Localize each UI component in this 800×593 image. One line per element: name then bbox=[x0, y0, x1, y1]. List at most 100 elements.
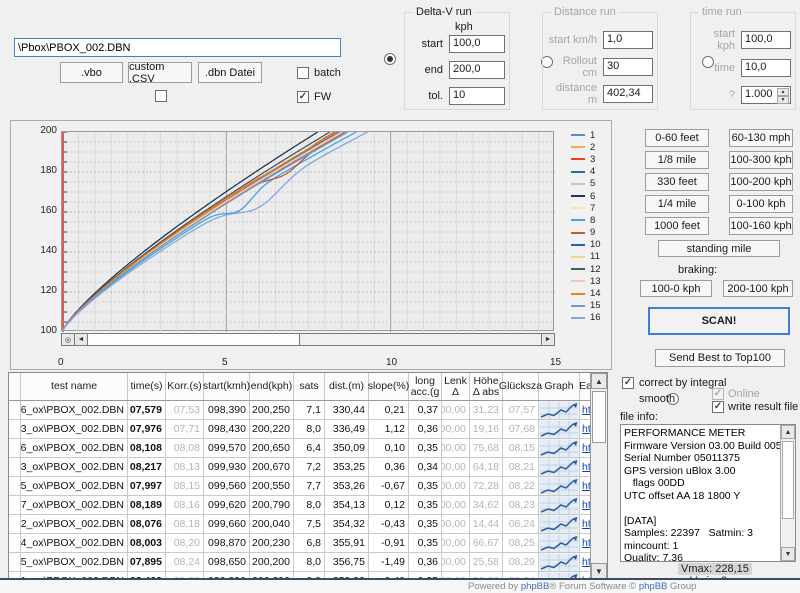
col-header-korr.(s)[interactable]: Korr.(s) bbox=[166, 373, 204, 400]
cell-graph[interactable] bbox=[539, 458, 580, 476]
spin-up-icon[interactable]: ▲ bbox=[777, 88, 789, 96]
phpbb-link[interactable]: phpBB bbox=[521, 581, 550, 592]
col-header-sats[interactable]: sats bbox=[294, 373, 325, 400]
time-run-group: time run start kph 100,0 time 10,0 ? 1.0… bbox=[690, 12, 796, 110]
row-header-cell[interactable] bbox=[9, 458, 21, 476]
col-header-long-acc.(g[interactable]: long acc.(g bbox=[409, 373, 442, 400]
legend-label: 7 bbox=[590, 203, 595, 214]
cell-graph[interactable] bbox=[539, 553, 580, 571]
distance-m-input[interactable]: 402,34 bbox=[603, 85, 653, 103]
col-header-graph[interactable]: Graph bbox=[539, 373, 580, 400]
btn-200-100-kph[interactable]: 200-100 kph bbox=[723, 280, 793, 297]
deltav-tol-input[interactable]: 10 bbox=[449, 87, 505, 105]
spinner-buttons[interactable]: ▲▼ bbox=[777, 88, 789, 104]
col-header-rowheader[interactable] bbox=[9, 373, 21, 400]
file-info-scroll-thumb[interactable] bbox=[782, 441, 794, 519]
file-info-box[interactable]: PERFORMANCE METER Firmware Version 03.00… bbox=[620, 424, 796, 562]
table-row[interactable]: 7_ox\PBOX_002.DBN08,18908,16099,620200,7… bbox=[9, 496, 607, 515]
btn-0-60-feet[interactable]: 0-60 feet bbox=[645, 129, 709, 147]
correct-by-integral-checkbox[interactable] bbox=[622, 377, 634, 389]
btn-100-200-kph[interactable]: 100-200 kph bbox=[729, 173, 793, 191]
distance-start-input[interactable]: 1,0 bbox=[603, 31, 653, 49]
row-header-cell[interactable] bbox=[9, 534, 21, 552]
table-row[interactable]: 2_ox\PBOX_002.DBN08,07608,18099,660200,0… bbox=[9, 515, 607, 534]
col-header-dist.(m)[interactable]: dist.(m) bbox=[325, 373, 369, 400]
col-header-slope(%)[interactable]: slope(%) bbox=[369, 373, 409, 400]
table-row[interactable]: 6_ox\PBOX_002.DBN07,57907,53098,390200,2… bbox=[9, 401, 607, 420]
table-scroll-down-icon[interactable]: ▼ bbox=[591, 563, 607, 579]
cell-korr: 08,20 bbox=[166, 534, 204, 552]
btn-standing-mile[interactable]: standing mile bbox=[658, 240, 780, 257]
col-header-end(kph)[interactable]: end(kph) bbox=[250, 373, 294, 400]
col-header-time(s)[interactable]: time(s) bbox=[128, 373, 166, 400]
col-header-glücksza[interactable]: Glücksza bbox=[503, 373, 539, 400]
deltav-start-input[interactable]: 100,0 bbox=[449, 35, 505, 53]
table-row[interactable]: 5_ox\PBOX_002.DBN07,89508,24098,650200,2… bbox=[9, 553, 607, 572]
legend-item-3: 3 bbox=[571, 153, 611, 165]
file-path-input[interactable] bbox=[14, 38, 341, 57]
write-result-file-checkbox[interactable] bbox=[712, 401, 724, 413]
btn-330-feet[interactable]: 330 feet bbox=[645, 173, 709, 191]
deltav-end-input[interactable]: 200,0 bbox=[449, 61, 505, 79]
col-header-lenk-δ[interactable]: Lenk Δ bbox=[442, 373, 470, 400]
cell-graph[interactable] bbox=[539, 515, 580, 533]
file-info-scrollbar[interactable]: ▲ ▼ bbox=[780, 425, 795, 561]
cell-graph[interactable] bbox=[539, 420, 580, 438]
distance-rollout-input[interactable]: 30 bbox=[603, 58, 653, 76]
legend-label: 8 bbox=[590, 215, 595, 226]
time-run-start-input[interactable]: 100,0 bbox=[741, 31, 791, 49]
row-header-cell[interactable] bbox=[9, 439, 21, 457]
scroll-left-icon[interactable]: ◄ bbox=[75, 334, 88, 345]
dbn-datei-button[interactable]: .dbn Datei bbox=[198, 62, 262, 83]
chart-hscrollbar[interactable]: ◎ ◄ ► bbox=[61, 333, 555, 346]
vbo-button[interactable]: .vbo bbox=[60, 62, 123, 83]
file-info-scroll-up-icon[interactable]: ▲ bbox=[781, 425, 795, 439]
chart-scroll-thumb[interactable] bbox=[88, 334, 300, 345]
table-scroll-thumb[interactable] bbox=[592, 391, 606, 443]
row-header-cell[interactable] bbox=[9, 553, 21, 571]
legend-swatch bbox=[571, 183, 585, 185]
time-run-q-spinner[interactable]: 1.000 ▲▼ bbox=[741, 86, 791, 104]
btn-100-300-kph[interactable]: 100-300 kph bbox=[729, 151, 793, 169]
cell-graph[interactable] bbox=[539, 401, 580, 419]
row-header-cell[interactable] bbox=[9, 420, 21, 438]
btn-1000-feet[interactable]: 1000 feet bbox=[645, 217, 709, 235]
chart-zoom-icon[interactable]: ◎ bbox=[62, 334, 75, 345]
table-vscrollbar[interactable]: ▲ ▼ bbox=[590, 373, 607, 579]
col-header-start(kmh)[interactable]: start(kmh) bbox=[204, 373, 250, 400]
table-row[interactable]: 3_ox\PBOX_002.DBN07,97607,71098,430200,2… bbox=[9, 420, 607, 439]
table-row[interactable]: 14_ox\PBOX_002.DBN08,00308,20098,870200,… bbox=[9, 534, 607, 553]
send-best-top100-button[interactable]: Send Best to Top100 bbox=[655, 349, 785, 367]
row-header-cell[interactable] bbox=[9, 401, 21, 419]
btn-1-8-mile[interactable]: 1/8 mile bbox=[645, 151, 709, 169]
cell-graph[interactable] bbox=[539, 496, 580, 514]
scan-button[interactable]: SCAN! bbox=[648, 307, 790, 335]
cell-graph[interactable] bbox=[539, 439, 580, 457]
btn-100-160-kph[interactable]: 100-160 kph bbox=[729, 217, 793, 235]
row-header-cell[interactable] bbox=[9, 515, 21, 533]
chart-scroll-track[interactable] bbox=[300, 334, 541, 345]
table-scroll-up-icon[interactable]: ▲ bbox=[591, 373, 607, 389]
csv-option-checkbox[interactable] bbox=[155, 90, 167, 102]
row-header-cell[interactable] bbox=[9, 496, 21, 514]
table-row[interactable]: 16_ox\PBOX_002.DBN08,10808,08099,570200,… bbox=[9, 439, 607, 458]
spin-down-icon[interactable]: ▼ bbox=[777, 96, 789, 104]
btn-0-100-kph[interactable]: 0-100 kph bbox=[729, 195, 793, 213]
table-row[interactable]: 15_ox\PBOX_002.DBN07,99708,15099,560200,… bbox=[9, 477, 607, 496]
phpbb-group-link[interactable]: phpBB bbox=[639, 581, 668, 592]
row-header-cell[interactable] bbox=[9, 477, 21, 495]
deltav-run-radio[interactable] bbox=[384, 53, 396, 65]
btn-60-130-mph[interactable]: 60-130 mph bbox=[729, 129, 793, 147]
scroll-right-icon[interactable]: ► bbox=[541, 334, 554, 345]
btn-100-0-kph[interactable]: 100-0 kph bbox=[640, 280, 712, 297]
cell-graph[interactable] bbox=[539, 534, 580, 552]
col-header-test-name[interactable]: test name bbox=[21, 373, 128, 400]
batch-checkbox[interactable] bbox=[297, 67, 309, 79]
fw-checkbox[interactable] bbox=[297, 91, 309, 103]
table-row[interactable]: 13_ox\PBOX_002.DBN08,21708,13099,930200,… bbox=[9, 458, 607, 477]
custom-csv-button[interactable]: custom .CSV bbox=[128, 62, 192, 83]
time-run-time-input[interactable]: 10,0 bbox=[741, 59, 791, 77]
btn-1-4-mile[interactable]: 1/4 mile bbox=[645, 195, 709, 213]
file-info-scroll-down-icon[interactable]: ▼ bbox=[781, 547, 795, 561]
cell-graph[interactable] bbox=[539, 477, 580, 495]
